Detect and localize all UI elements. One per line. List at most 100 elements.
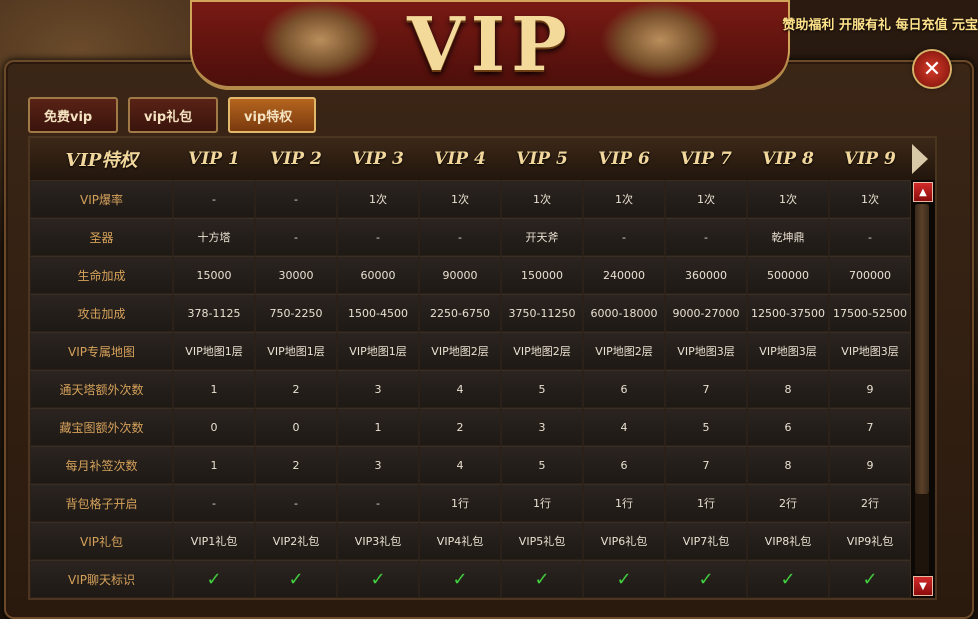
table-cell: VIP2礼包: [255, 522, 337, 560]
checkmark-icon: ✓: [501, 560, 583, 598]
table-cell: 6: [583, 370, 665, 408]
row-label: 攻击加成: [30, 294, 173, 332]
table-cell: VIP7礼包: [665, 522, 747, 560]
column-header-vip1: VIP 1: [188, 149, 240, 169]
table-cell: 0: [173, 408, 255, 446]
tab-free-vip[interactable]: 免费vip: [28, 97, 118, 133]
table-cell: 1次: [665, 180, 747, 218]
table-cell: 乾坤鼎: [747, 218, 829, 256]
table-cell: 8: [747, 446, 829, 484]
table-row: 每月补签次数 1 2 3 4 5 6 7 8 9: [30, 446, 911, 484]
header-label: VIP特权: [65, 150, 138, 171]
table-row: 圣器 十方塔 - - - 开天斧 - - 乾坤鼎 -: [30, 218, 911, 256]
table-cell: 1行: [501, 484, 583, 522]
table-cell: 1次: [829, 180, 911, 218]
table-cell: -: [829, 218, 911, 256]
column-header-vip6: VIP 6: [598, 149, 650, 169]
table-cell: -: [337, 218, 419, 256]
row-label: 每月补签次数: [30, 446, 173, 484]
table-cell: 17500-52500: [829, 294, 911, 332]
table-header: VIP特权 VIP 1 VIP 2 VIP 3 VIP 4 VIP 5 VIP …: [30, 138, 935, 180]
scroll-right-arrow-icon[interactable]: [912, 144, 928, 174]
checkmark-icon: ✓: [173, 560, 255, 598]
table-cell: 6000-18000: [583, 294, 665, 332]
table-cell: 378-1125: [173, 294, 255, 332]
tab-vip-privilege[interactable]: vip特权: [228, 97, 316, 133]
close-button[interactable]: ✕: [914, 51, 950, 87]
table-cell: VIP4礼包: [419, 522, 501, 560]
table-cell: VIP8礼包: [747, 522, 829, 560]
table-cell: VIP地图3层: [829, 332, 911, 370]
tab-vip-gift[interactable]: vip礼包: [128, 97, 218, 133]
table-cell: 2: [255, 446, 337, 484]
column-header-vip8: VIP 8: [762, 149, 814, 169]
scroll-up-button[interactable]: ▲: [913, 182, 933, 202]
table-cell: 1次: [501, 180, 583, 218]
table-cell: 9: [829, 370, 911, 408]
vertical-scrollbar[interactable]: ▲ ▼: [910, 180, 934, 598]
checkmark-icon: ✓: [337, 560, 419, 598]
scroll-thumb[interactable]: [915, 204, 929, 494]
column-header-vip3: VIP 3: [352, 149, 404, 169]
table-row: VIP专属地图 VIP地图1层 VIP地图1层 VIP地图1层 VIP地图2层 VIP地图…: [30, 332, 911, 370]
column-header-vip5: VIP 5: [516, 149, 568, 169]
page-title: VIP: [407, 2, 573, 88]
table-cell: -: [255, 180, 337, 218]
table-cell: -: [173, 180, 255, 218]
table-cell: -: [419, 218, 501, 256]
table-cell: 60000: [337, 256, 419, 294]
table-cell: 3: [501, 408, 583, 446]
table-cell: 90000: [419, 256, 501, 294]
checkmark-icon: ✓: [665, 560, 747, 598]
table-cell: 5: [665, 408, 747, 446]
promo-banner-text[interactable]: 赞助福利 开服有礼 每日充值 元宝: [782, 14, 978, 33]
table-cell: 3: [337, 370, 419, 408]
tab-bar: 免费vip vip礼包 vip特权: [28, 97, 316, 133]
dragon-ornament-right-icon: [600, 0, 720, 80]
table-cell: 3750-11250: [501, 294, 583, 332]
table-cell: 1500-4500: [337, 294, 419, 332]
table-cell: 2行: [747, 484, 829, 522]
table-cell: 1次: [337, 180, 419, 218]
column-header-vip7: VIP 7: [680, 149, 732, 169]
table-row: 藏宝图额外次数 0 0 1 2 3 4 5 6 7: [30, 408, 911, 446]
table-cell: 1: [173, 370, 255, 408]
scroll-down-button[interactable]: ▼: [913, 576, 933, 596]
table-row: VIP聊天标识 ✓ ✓ ✓ ✓ ✓ ✓ ✓ ✓ ✓: [30, 560, 911, 598]
row-label: 圣器: [30, 218, 173, 256]
table-row: VIP礼包 VIP1礼包 VIP2礼包 VIP3礼包 VIP4礼包 VIP5礼包 VIP6礼…: [30, 522, 911, 560]
table-cell: 8: [747, 370, 829, 408]
table-cell: VIP3礼包: [337, 522, 419, 560]
table-cell: 2250-6750: [419, 294, 501, 332]
row-label: VIP专属地图: [30, 332, 173, 370]
table-cell: 3: [337, 446, 419, 484]
table-cell: 1行: [583, 484, 665, 522]
table-cell: 2行: [829, 484, 911, 522]
row-label: VIP礼包: [30, 522, 173, 560]
table-cell: VIP1礼包: [173, 522, 255, 560]
table-cell: 1: [337, 408, 419, 446]
table-cell: 30000: [255, 256, 337, 294]
row-label: 背包格子开启: [30, 484, 173, 522]
row-label: VIP聊天标识: [30, 560, 173, 598]
checkmark-icon: ✓: [583, 560, 665, 598]
table-cell: 十方塔: [173, 218, 255, 256]
table-cell: 4: [583, 408, 665, 446]
table-cell: 7: [829, 408, 911, 446]
dragon-ornament-left-icon: [260, 0, 380, 80]
table-cell: 0: [255, 408, 337, 446]
table-cell: 5: [501, 370, 583, 408]
table-cell: VIP地图2层: [583, 332, 665, 370]
table-row: 攻击加成 378-1125 750-2250 1500-4500 2250-6750 37…: [30, 294, 911, 332]
table-cell: VIP6礼包: [583, 522, 665, 560]
row-label: 生命加成: [30, 256, 173, 294]
table-cell: -: [665, 218, 747, 256]
table-cell: VIP地图1层: [173, 332, 255, 370]
table-cell: -: [255, 218, 337, 256]
table-cell: VIP5礼包: [501, 522, 583, 560]
table-cell: 1次: [747, 180, 829, 218]
column-header-vip4: VIP 4: [434, 149, 486, 169]
table-cell: VIP地图2层: [501, 332, 583, 370]
table-cell: 1: [173, 446, 255, 484]
table-cell: 1行: [419, 484, 501, 522]
